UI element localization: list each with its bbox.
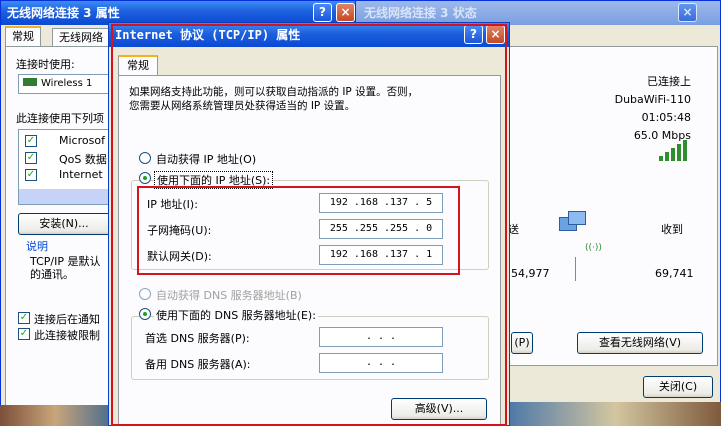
preferred-dns-label: 首选 DNS 服务器(P): [145, 332, 250, 345]
ip-address-label: IP 地址(I): [147, 198, 198, 211]
item-checkbox-3[interactable]: ✓ [25, 169, 37, 181]
alternate-dns-field[interactable]: . . . [319, 353, 443, 373]
manual-dns-radio[interactable] [139, 308, 151, 320]
item-checkbox-2[interactable]: ✓ [25, 152, 37, 164]
dialog-titlebar[interactable]: Internet 协议 (TCP/IP) 属性 [109, 23, 509, 47]
wifi-wave-icon: ((·)) [585, 243, 602, 253]
item-label-2: QoS 数据 [59, 153, 107, 166]
limited-checkbox[interactable]: ✓ [18, 328, 30, 340]
tab-general[interactable]: 常规 [118, 55, 158, 76]
default-gateway-field[interactable]: 192 .168 .137 . 1 [319, 245, 443, 265]
ssid-value: DubaWiFi-110 [614, 93, 691, 106]
notify-label: 连接后在通知 [34, 313, 100, 326]
network-computers-icon [557, 211, 587, 239]
status-close-dialog-button[interactable]: 关闭(C) [643, 376, 713, 398]
item-label-3: Internet [59, 168, 103, 181]
limited-label: 此连接被限制 [34, 329, 100, 342]
default-gateway-label: 默认网关(D): [147, 250, 212, 263]
received-label: 收到 [661, 223, 683, 236]
tcpip-properties-dialog: Internet 协议 (TCP/IP) 属性 ? × 常规 如果网络支持此功能… [108, 22, 510, 426]
dialog-close-button[interactable]: × [486, 25, 505, 44]
auto-ip-radio[interactable] [139, 152, 151, 164]
status-value: 已连接上 [647, 75, 691, 88]
auto-ip-label[interactable]: 自动获得 IP 地址(O) [156, 151, 256, 167]
description-title: 说明 [26, 240, 48, 253]
description-text: TCP/IP 是默认 的通讯。 [30, 255, 101, 281]
window-title: 无线网络连接 3 属性 [7, 6, 120, 20]
intro-text: 如果网络支持此功能，则可以获取自动指派的 IP 设置。否则， 您需要从网络系统管… [129, 86, 419, 112]
status-close-button[interactable]: × [678, 3, 697, 22]
desktop-background [0, 405, 110, 426]
auto-dns-radio[interactable] [139, 288, 151, 300]
adapter-icon [23, 78, 37, 86]
desktop-background-right [509, 402, 721, 426]
view-wireless-button[interactable]: 查看无线网络(V) [577, 332, 703, 354]
properties-button[interactable]: (P) [511, 332, 533, 354]
subnet-mask-field[interactable]: 255 .255 .255 . 0 [319, 219, 443, 239]
connect-using-label: 连接时使用: [16, 58, 75, 71]
dialog-panel: 如果网络支持此功能，则可以获取自动指派的 IP 设置。否则， 您需要从网络系统管… [118, 75, 501, 425]
sent-value: 54,977 [511, 267, 550, 280]
signal-strength-icon [659, 139, 691, 161]
install-button[interactable]: 安装(N)... [18, 213, 110, 235]
item-label-1: Microsof [59, 134, 105, 147]
advanced-button[interactable]: 高级(V)... [391, 398, 487, 420]
tab-general[interactable]: 常规 [5, 26, 41, 47]
duration-value: 01:05:48 [641, 111, 691, 124]
alternate-dns-label: 备用 DNS 服务器(A): [145, 358, 251, 371]
tab-wireless[interactable]: 无线网络 [52, 28, 110, 47]
dialog-help-button[interactable]: ? [464, 25, 483, 44]
manual-ip-radio[interactable] [139, 172, 151, 184]
preferred-dns-field[interactable]: . . . [319, 327, 443, 347]
close-button[interactable]: × [336, 3, 355, 22]
help-button[interactable]: ? [313, 3, 332, 22]
manual-dns-label[interactable]: 使用下面的 DNS 服务器地址(E): [154, 307, 318, 323]
uses-items-label: 此连接使用下列项 [16, 112, 104, 125]
dialog-title: Internet 协议 (TCP/IP) 属性 [115, 28, 301, 42]
ip-address-field[interactable]: 192 .168 .137 . 5 [319, 193, 443, 213]
notify-checkbox[interactable]: ✓ [18, 312, 30, 324]
item-checkbox-1[interactable]: ✓ [25, 135, 37, 147]
status-window-title: 无线网络连接 3 状态 [364, 6, 477, 20]
subnet-mask-label: 子网掩码(U): [147, 224, 212, 237]
auto-dns-label: 自动获得 DNS 服务器地址(B) [156, 289, 302, 302]
received-value: 69,741 [655, 267, 694, 280]
activity-line [575, 257, 576, 281]
